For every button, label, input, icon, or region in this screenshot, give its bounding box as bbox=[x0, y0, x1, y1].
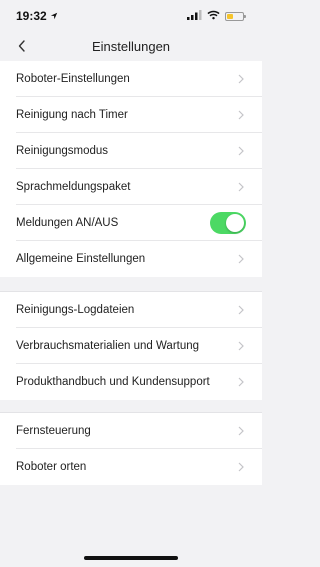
chevron-right-icon bbox=[236, 145, 246, 157]
signal-icon bbox=[187, 7, 202, 25]
status-left: 19:32 bbox=[16, 9, 58, 23]
home-indicator[interactable] bbox=[84, 556, 178, 560]
wifi-icon bbox=[207, 7, 220, 25]
chevron-right-icon bbox=[236, 461, 246, 473]
chevron-right-icon bbox=[236, 109, 246, 121]
chevron-right-icon bbox=[236, 73, 246, 85]
row-allgemeine-einstellungen[interactable]: Allgemeine Einstellungen bbox=[0, 241, 262, 277]
back-button[interactable] bbox=[10, 34, 34, 58]
row-label: Fernsteuerung bbox=[16, 425, 91, 437]
toggle-knob bbox=[226, 214, 244, 232]
chevron-right-icon bbox=[236, 376, 246, 388]
row-verbrauchsmaterialien[interactable]: Verbrauchsmaterialien und Wartung bbox=[0, 328, 262, 364]
row-label: Reinigung nach Timer bbox=[16, 109, 128, 121]
settings-section-maintenance: Reinigungs-Logdateien Verbrauchsmaterial… bbox=[0, 291, 262, 400]
chevron-right-icon bbox=[236, 253, 246, 265]
row-label: Reinigungsmodus bbox=[16, 145, 109, 157]
row-reinigung-nach-timer[interactable]: Reinigung nach Timer bbox=[0, 97, 262, 133]
nav-bar: Einstellungen bbox=[0, 32, 262, 60]
row-roboter-orten[interactable]: Roboter orten bbox=[0, 449, 262, 485]
row-meldungen-toggle: Meldungen AN/AUS bbox=[0, 205, 262, 241]
battery-icon bbox=[225, 11, 246, 21]
location-arrow-icon bbox=[50, 9, 58, 23]
status-bar: 19:32 bbox=[0, 0, 262, 32]
row-label: Verbrauchsmaterialien und Wartung bbox=[16, 340, 200, 352]
chevron-right-icon bbox=[236, 425, 246, 437]
settings-section-general: Roboter-Einstellungen Reinigung nach Tim… bbox=[0, 61, 262, 277]
status-right bbox=[187, 7, 246, 25]
battery-level bbox=[227, 13, 233, 19]
row-label: Meldungen AN/AUS bbox=[16, 217, 119, 229]
status-time: 19:32 bbox=[16, 9, 47, 23]
row-roboter-einstellungen[interactable]: Roboter-Einstellungen bbox=[0, 61, 262, 97]
chevron-right-icon bbox=[236, 304, 246, 316]
row-label: Roboter-Einstellungen bbox=[16, 73, 130, 85]
page-title: Einstellungen bbox=[91, 38, 171, 54]
chevron-right-icon bbox=[236, 181, 246, 193]
row-label: Reinigungs-Logdateien bbox=[16, 304, 135, 316]
settings-screen: 19:32 Einstellungen Roboter-Einstellunge… bbox=[0, 0, 262, 567]
row-produkthandbuch[interactable]: Produkthandbuch und Kundensupport bbox=[0, 364, 262, 400]
notifications-toggle[interactable] bbox=[210, 212, 246, 234]
settings-section-remote: Fernsteuerung Roboter orten bbox=[0, 412, 262, 485]
chevron-right-icon bbox=[236, 340, 246, 352]
row-label: Allgemeine Einstellungen bbox=[16, 253, 146, 265]
row-label: Sprachmeldungspaket bbox=[16, 181, 131, 193]
row-label: Produkthandbuch und Kundensupport bbox=[16, 376, 210, 388]
row-fernsteuerung[interactable]: Fernsteuerung bbox=[0, 413, 262, 449]
chevron-left-icon bbox=[18, 40, 25, 52]
row-label: Roboter orten bbox=[16, 461, 87, 473]
row-sprachmeldungspaket[interactable]: Sprachmeldungspaket bbox=[0, 169, 262, 205]
row-reinigungs-logdateien[interactable]: Reinigungs-Logdateien bbox=[0, 292, 262, 328]
row-reinigungsmodus[interactable]: Reinigungsmodus bbox=[0, 133, 262, 169]
